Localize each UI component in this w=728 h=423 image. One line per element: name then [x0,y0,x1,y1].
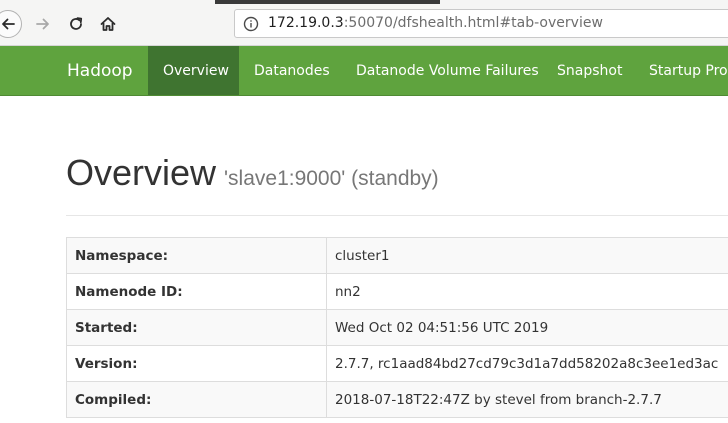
tab-startup-progress[interactable]: Startup Progress [634,46,728,95]
home-button[interactable] [94,10,122,38]
version-label: Version: [66,345,327,382]
namespace-label: Namespace: [66,237,327,274]
url-text[interactable]: 172.19.0.3:50070/dfshealth.html#tab-over… [268,15,603,31]
table-row: Namenode ID: nn2 [66,273,728,310]
back-arrow-icon [0,16,16,32]
tab-datanodes[interactable]: Datanodes [239,46,345,95]
header-divider [66,215,728,216]
table-row: Namespace: cluster1 [66,237,728,274]
tab-snapshot[interactable]: Snapshot [542,46,637,95]
started-label: Started: [66,309,327,346]
page-title: Overview [66,152,217,193]
url-host: 172.19.0.3 [268,15,344,31]
forward-button[interactable] [29,10,57,38]
compiled-label: Compiled: [66,381,327,418]
active-tab-edge [215,0,440,4]
brand-link[interactable]: Hadoop [67,46,133,95]
compiled-value: 2018-07-18T22:47Z by stevel from branch-… [326,381,728,418]
browser-toolbar: 172.19.0.3:50070/dfshealth.html#tab-over… [0,0,728,46]
table-row: Started: Wed Oct 02 04:51:56 UTC 2019 [66,309,728,346]
forward-arrow-icon [35,16,51,32]
back-button[interactable] [0,10,22,38]
table-row: Version: 2.7.7, rc1aad84bd27cd79c3d1a7dd… [66,345,728,382]
hadoop-navbar: Hadoop Overview Datanodes Datanode Volum… [0,46,728,96]
home-icon [99,15,117,33]
overview-table: Namespace: cluster1 Namenode ID: nn2 Sta… [66,237,728,418]
tab-datanode-volume-failures[interactable]: Datanode Volume Failures [341,46,554,95]
info-icon[interactable] [243,16,259,36]
tab-overview[interactable]: Overview [148,46,239,95]
url-bar[interactable]: 172.19.0.3:50070/dfshealth.html#tab-over… [234,9,728,38]
reload-button[interactable] [62,10,90,38]
page-header: Overview 'slave1:9000' (standby) [66,152,439,194]
url-path: :50070/dfshealth.html#tab-overview [343,15,603,31]
namenode-id-value: nn2 [326,273,728,310]
version-value: 2.7.7, rc1aad84bd27cd79c3d1a7dd58202a8c3… [326,345,728,382]
namenode-id-label: Namenode ID: [66,273,327,310]
table-row: Compiled: 2018-07-18T22:47Z by stevel fr… [66,381,728,418]
page-subtitle: 'slave1:9000' (standby) [224,167,439,190]
started-value: Wed Oct 02 04:51:56 UTC 2019 [326,309,728,346]
namespace-value: cluster1 [326,237,728,274]
reload-icon [68,16,84,32]
